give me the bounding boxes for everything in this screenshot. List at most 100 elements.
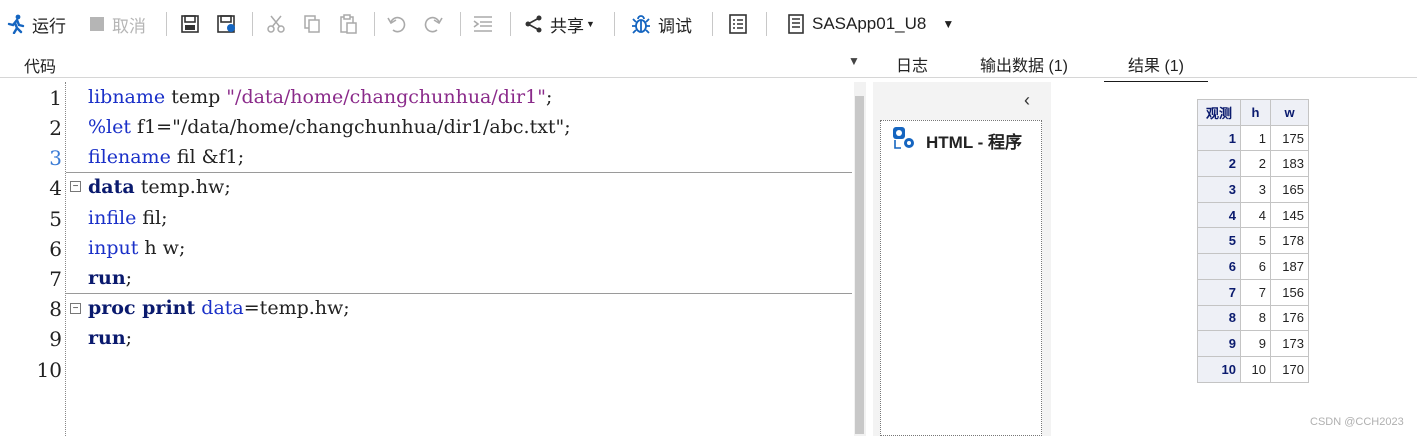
code-line: %let f1="/data/home/changchunhua/dir1/ab… xyxy=(88,116,571,138)
row-obs-number: 2 xyxy=(1197,150,1241,178)
line-number: 2 xyxy=(49,116,62,140)
table-cell: 2 xyxy=(1240,150,1271,178)
code-editor[interactable]: 1 2 3 4 5 6 7 8 9 10 − − libname temp "/… xyxy=(0,82,854,436)
code-panel-header: 代码 ▼ xyxy=(0,48,870,78)
code-line: infile fil; xyxy=(88,207,168,229)
table-cell: 176 xyxy=(1270,304,1309,332)
results-nav-item[interactable]: HTML - 程序 xyxy=(892,126,1022,155)
row-obs-number: 10 xyxy=(1197,355,1241,383)
row-obs-number: 6 xyxy=(1197,253,1241,280)
toolbar-separator xyxy=(766,12,767,36)
run-icon xyxy=(6,14,26,34)
share-button[interactable]: 共享 ▼ xyxy=(524,10,595,38)
code-token: run xyxy=(88,327,126,349)
table-cell: 5 xyxy=(1240,227,1271,255)
tab-output-data[interactable]: 输出数据 (1) xyxy=(980,52,1068,76)
table-row: 3 3 165 xyxy=(1197,176,1309,203)
server-icon xyxy=(788,14,804,34)
run-label: 运行 xyxy=(32,16,66,36)
run-button[interactable]: 运行 xyxy=(6,10,66,38)
code-line: run; xyxy=(88,267,132,289)
format-icon xyxy=(472,14,494,34)
scrollbar-thumb[interactable] xyxy=(855,96,864,434)
row-obs-number: 7 xyxy=(1197,278,1241,306)
table-cell: 8 xyxy=(1240,304,1271,332)
code-token: proc print xyxy=(88,297,196,319)
collapse-chevron-icon[interactable]: ‹ xyxy=(1024,90,1030,111)
undo-button[interactable] xyxy=(386,10,408,38)
results-nav-box xyxy=(880,120,1042,436)
server-label: SASApp01_U8 xyxy=(812,14,927,33)
table-row: 10 10 170 xyxy=(1197,355,1309,383)
line-number: 4 xyxy=(49,176,62,200)
table-cell: 170 xyxy=(1270,355,1309,383)
paste-button[interactable] xyxy=(338,10,358,38)
tab-results[interactable]: 结果 (1) xyxy=(1104,52,1209,84)
line-number: 8 xyxy=(49,297,62,321)
tab-log[interactable]: 日志 xyxy=(896,52,928,76)
code-line: filename fil &f1; xyxy=(88,146,244,168)
code-token: filename xyxy=(88,146,171,168)
code-line: libname temp "/data/home/changchunhua/di… xyxy=(88,86,552,108)
debug-label: 调试 xyxy=(658,16,692,36)
table-cell: 165 xyxy=(1270,176,1309,203)
code-token: %let xyxy=(88,116,132,138)
table-cell: 173 xyxy=(1270,330,1309,357)
toolbar-separator xyxy=(614,12,615,36)
table-row: 8 8 176 xyxy=(1197,304,1309,332)
row-obs-number: 5 xyxy=(1197,227,1241,255)
table-row: 2 2 183 xyxy=(1197,150,1309,178)
caret-down-icon: ▼ xyxy=(586,19,595,29)
toolbar-separator xyxy=(374,12,375,36)
save-as-button[interactable] xyxy=(216,10,238,38)
cancel-label: 取消 xyxy=(112,16,146,36)
code-line: data temp.hw; xyxy=(88,176,231,198)
cut-button[interactable] xyxy=(266,10,286,38)
code-token: "/data/home/changchunhua/dir1" xyxy=(226,86,546,108)
scissors-icon xyxy=(266,14,286,34)
copy-button[interactable] xyxy=(302,10,322,38)
toolbar-separator xyxy=(712,12,713,36)
caret-down-icon: ▼ xyxy=(942,17,955,31)
table-cell: 175 xyxy=(1270,124,1309,152)
code-token: libname xyxy=(88,86,166,108)
save-button[interactable] xyxy=(180,10,200,38)
code-line: proc print data=temp.hw; xyxy=(88,297,350,319)
code-line: run; xyxy=(88,327,132,349)
table-row: 5 5 178 xyxy=(1197,227,1309,255)
fold-toggle[interactable]: − xyxy=(70,303,81,314)
code-token: fil; xyxy=(136,207,168,229)
copy-icon xyxy=(302,14,322,34)
toolbar: 运行 取消 共享 ▼ 调试 SASApp01_U8 ▼ xyxy=(0,0,1417,48)
row-obs-number: 1 xyxy=(1197,124,1241,152)
output-tabs: 日志 输出数据 (1) 结果 (1) xyxy=(870,48,1417,84)
table-row: 6 6 187 xyxy=(1197,253,1309,280)
debug-button[interactable]: 调试 xyxy=(630,10,692,38)
cancel-button[interactable]: 取消 xyxy=(90,10,146,38)
table-cell: 178 xyxy=(1270,227,1309,255)
fold-toggle[interactable]: − xyxy=(70,181,81,192)
share-icon xyxy=(524,14,544,34)
format-code-button[interactable] xyxy=(472,10,494,38)
code-token: h w; xyxy=(138,237,186,259)
row-obs-number: 3 xyxy=(1197,176,1241,203)
undo-icon xyxy=(386,14,408,34)
redo-button[interactable] xyxy=(422,10,444,38)
code-token: =temp.hw; xyxy=(243,297,350,319)
line-number-gutter: 1 2 3 4 5 6 7 8 9 10 xyxy=(0,82,66,436)
server-selector[interactable]: SASApp01_U8 ▼ xyxy=(788,10,954,38)
table-cell: 156 xyxy=(1270,278,1309,306)
toolbar-separator xyxy=(460,12,461,36)
editor-scrollbar[interactable] xyxy=(854,82,866,436)
line-number: 3 xyxy=(49,146,62,170)
code-panel-menu-icon[interactable]: ▼ xyxy=(848,54,860,68)
code-token: input xyxy=(88,237,139,259)
results-table: 观测 h w 1 1 175 2 2 183 3 3 165 4 4 145 5 5 178 661… xyxy=(1197,99,1309,383)
properties-button[interactable] xyxy=(728,10,748,38)
html-result-icon xyxy=(892,126,916,155)
line-number: 5 xyxy=(49,207,62,231)
code-token: data xyxy=(195,297,244,319)
column-header: 观测 xyxy=(1197,99,1241,126)
line-number: 7 xyxy=(49,267,62,291)
table-cell: 1 xyxy=(1240,124,1271,152)
